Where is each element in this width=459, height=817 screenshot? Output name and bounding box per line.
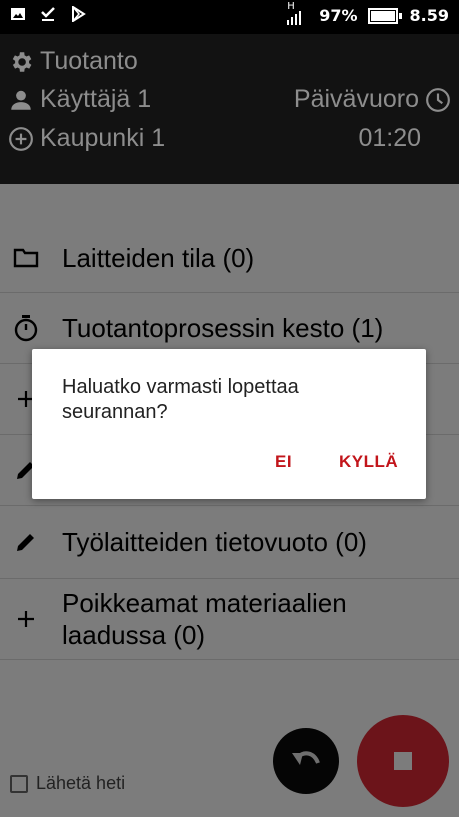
plus-icon (12, 605, 40, 633)
no-button[interactable]: EI (275, 452, 292, 472)
city-label: Kaupunki 1 (40, 124, 166, 152)
user-label: Käyttäjä 1 (40, 85, 152, 113)
shift-label: Päivävuoro (293, 85, 419, 113)
shift-row: Päivävuoro (294, 85, 451, 114)
dialog-message-line-2: seurannan? (62, 401, 168, 423)
undo-button[interactable] (273, 728, 339, 794)
list-item-label: Laitteiden tila (0) (62, 243, 255, 273)
undo-icon (292, 751, 320, 765)
dialog-message: Haluatko varmasti lopettaa seurannan? (62, 375, 402, 425)
list-item-label: Tuotantoprosessin kesto (1) (62, 313, 384, 343)
city-row: Kaupunki 1 (8, 124, 165, 153)
pencil-icon (12, 528, 40, 556)
battery-icon (367, 7, 402, 24)
list-item[interactable]: Poikkeamat materiaalien laadussa (0) (0, 579, 459, 660)
send-now-option[interactable]: Lähetä heti (10, 773, 125, 794)
label-line-2: laadussa (0) (62, 620, 206, 650)
list-item[interactable]: Laitteiden tila (0) (0, 224, 459, 293)
signal-icon: H (287, 1, 302, 25)
user-row: Käyttäjä 1 (8, 85, 151, 114)
list-item-label: Poikkeamat materiaalien laadussa (0) (62, 587, 347, 651)
app-header: Tuotanto Käyttäjä 1 Päivävuoro Kaupunki … (0, 34, 459, 184)
department-row: Tuotanto (8, 47, 138, 76)
gear-icon (12, 51, 32, 72)
person-icon (11, 90, 31, 110)
add-circle-icon (9, 126, 33, 151)
dialog-message-line-1: Haluatko varmasti lopettaa (62, 376, 299, 398)
elapsed-time: 01:20 (358, 124, 421, 152)
status-bar: H 97% 8.59 (0, 0, 459, 34)
list-item-label: Työlaitteiden tietovuoto (0) (62, 527, 367, 557)
clock-icon (426, 87, 450, 112)
download-icon (41, 7, 55, 21)
folder-icon (12, 244, 40, 272)
status-time: 8.59 (409, 6, 449, 25)
gallery-icon (11, 8, 25, 20)
stop-icon (394, 752, 412, 770)
yes-button[interactable]: KYLLÄ (339, 452, 398, 472)
play-store-icon (72, 6, 86, 22)
stopwatch-icon (12, 314, 40, 342)
department-label: Tuotanto (40, 47, 138, 75)
battery-percent: 97% (319, 6, 358, 25)
list-item[interactable]: Työlaitteiden tietovuoto (0) (0, 506, 459, 579)
confirm-dialog: Haluatko varmasti lopettaa seurannan? EI… (32, 349, 426, 499)
send-now-checkbox[interactable] (10, 774, 28, 793)
network-type-label: H (287, 0, 295, 12)
elapsed-row: 01:20 (358, 124, 421, 153)
stop-tracking-button[interactable] (357, 715, 449, 807)
send-now-label: Lähetä heti (36, 773, 126, 793)
label-line-1: Poikkeamat materiaalien (62, 588, 347, 618)
